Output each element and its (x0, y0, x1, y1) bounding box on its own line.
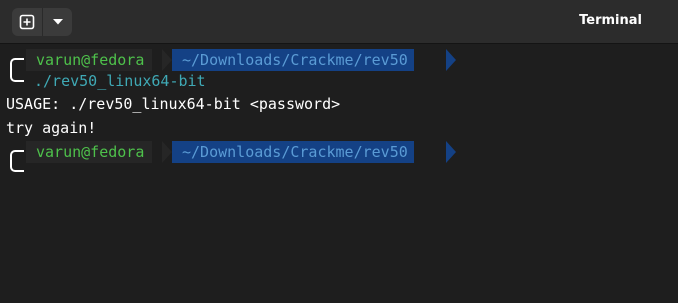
prompt-separator (162, 49, 172, 71)
prompt-path: ~/Downloads/Crackme/rev50 (172, 141, 414, 163)
prompt-separator (162, 141, 172, 163)
prompt-path-arrow (446, 49, 456, 71)
prompt-bracket (10, 162, 24, 172)
prompt-bracket (10, 58, 24, 70)
new-tab-button[interactable] (12, 8, 42, 36)
window-title: Terminal (579, 13, 642, 28)
command-line: ./rev50_linux64-bit (34, 72, 206, 90)
output-line: try again! (6, 119, 97, 137)
prompt-path: ~/Downloads/Crackme/rev50 (172, 49, 414, 71)
tab-button-group (12, 8, 72, 36)
chevron-down-icon (52, 19, 63, 25)
output-line: USAGE: ./rev50_linux64-bit <password> (6, 95, 341, 113)
prompt-path-arrow (446, 141, 456, 163)
prompt-user-host: varun@fedora (26, 141, 153, 163)
prompt-bracket (10, 70, 24, 82)
terminal-content[interactable]: varun@fedora ~/Downloads/Crackme/rev50 .… (0, 44, 678, 303)
header-bar: Terminal (0, 0, 678, 44)
plus-square-icon (19, 14, 35, 30)
prompt-user-host: varun@fedora (26, 49, 153, 71)
terminal-window: Terminal varun@fedora ~/Downloads/Crackm… (0, 0, 678, 303)
prompt-bracket (10, 150, 24, 162)
menu-dropdown-button[interactable] (42, 8, 72, 36)
